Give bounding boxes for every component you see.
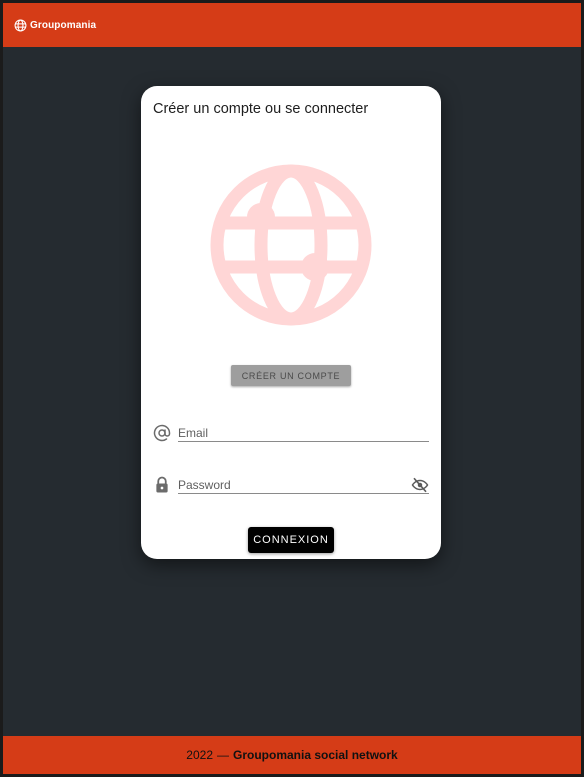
eye-off-icon[interactable] bbox=[411, 476, 429, 494]
app-bar: Groupomania bbox=[3, 3, 581, 47]
footer-site-name: Groupomania social network bbox=[233, 748, 398, 762]
globe-icon bbox=[210, 164, 372, 326]
auth-card: Créer un compte ou se connecter CRÉER UN… bbox=[141, 86, 441, 559]
email-field-group: Email bbox=[153, 420, 429, 450]
create-account-button[interactable]: CRÉER UN COMPTE bbox=[231, 365, 351, 386]
globe-icon bbox=[14, 19, 27, 31]
app-frame: Groupomania Créer un compte ou se connec… bbox=[3, 3, 581, 774]
footer-year: 2022 bbox=[186, 748, 213, 762]
lock-icon bbox=[156, 476, 168, 493]
password-field-group: Password bbox=[153, 472, 429, 502]
at-sign-icon bbox=[153, 424, 171, 442]
footer: 2022 — Groupomania social network bbox=[3, 736, 581, 774]
brand-name: Groupomania bbox=[30, 19, 97, 31]
card-title: Créer un compte ou se connecter bbox=[153, 101, 369, 117]
footer-separator: — bbox=[217, 748, 229, 762]
brand[interactable]: Groupomania bbox=[14, 19, 96, 32]
password-field[interactable]: Password bbox=[178, 472, 429, 494]
email-field[interactable]: Email bbox=[178, 420, 429, 442]
login-button[interactable]: CONNEXION bbox=[248, 527, 334, 553]
